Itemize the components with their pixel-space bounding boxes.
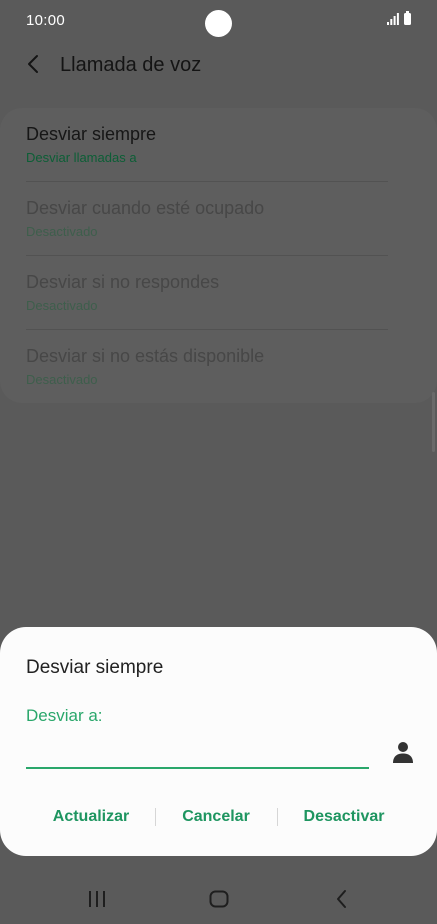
status-time: 10:00 [26, 12, 66, 29]
nav-back-icon[interactable] [331, 888, 353, 910]
list-item-subtitle: Desviar llamadas a [26, 150, 137, 165]
list-item-forward-always[interactable]: Desviar siempre Desviar llamadas a [26, 108, 388, 182]
person-icon[interactable] [390, 739, 416, 765]
dialog-title: Desviar siempre [26, 657, 164, 678]
action-divider [155, 808, 156, 826]
list-item-subtitle: Desactivado [26, 224, 98, 239]
chevron-left-icon[interactable] [22, 52, 46, 76]
signal-icon [387, 13, 399, 25]
list-item-title: Desviar siempre [26, 124, 157, 144]
forward-to-label: Desviar a: [26, 706, 103, 725]
list-item-title: Desviar si no respondes [26, 272, 220, 292]
recents-icon[interactable] [86, 888, 108, 910]
status-bar: 10:00 [0, 0, 437, 42]
status-icons [387, 11, 411, 25]
list-item-forward-unreachable[interactable]: Desviar si no estás disponible Desactiva… [26, 330, 388, 404]
action-divider [277, 808, 278, 826]
home-icon[interactable] [208, 888, 230, 910]
list-item-subtitle: Desactivado [26, 298, 98, 313]
dialog-actions: Actualizar Cancelar Desactivar [0, 799, 437, 835]
list-item-title: Desviar si no estás disponible [26, 346, 265, 366]
app-bar: Llamada de voz [0, 42, 437, 90]
forward-always-dialog: Desviar siempre Desviar a: Actualizar Ca… [0, 627, 437, 856]
list-item-subtitle: Desactivado [26, 372, 98, 387]
page-title: Llamada de voz [60, 54, 202, 76]
list-item-title: Desviar cuando esté ocupado [26, 198, 265, 218]
update-button[interactable]: Actualizar [30, 799, 152, 835]
list-item-forward-no-answer[interactable]: Desviar si no respondes Desactivado [26, 256, 388, 330]
battery-icon [404, 11, 411, 25]
camera-cutout [205, 10, 232, 37]
forward-number-input[interactable] [26, 737, 369, 769]
deactivate-button[interactable]: Desactivar [282, 799, 406, 835]
navigation-bar [0, 872, 437, 924]
scrollbar[interactable] [432, 392, 435, 452]
list-item-forward-busy[interactable]: Desviar cuando esté ocupado Desactivado [26, 182, 388, 256]
cancel-button[interactable]: Cancelar [158, 799, 274, 835]
call-forwarding-list: Desviar siempre Desviar llamadas a Desvi… [0, 108, 437, 403]
